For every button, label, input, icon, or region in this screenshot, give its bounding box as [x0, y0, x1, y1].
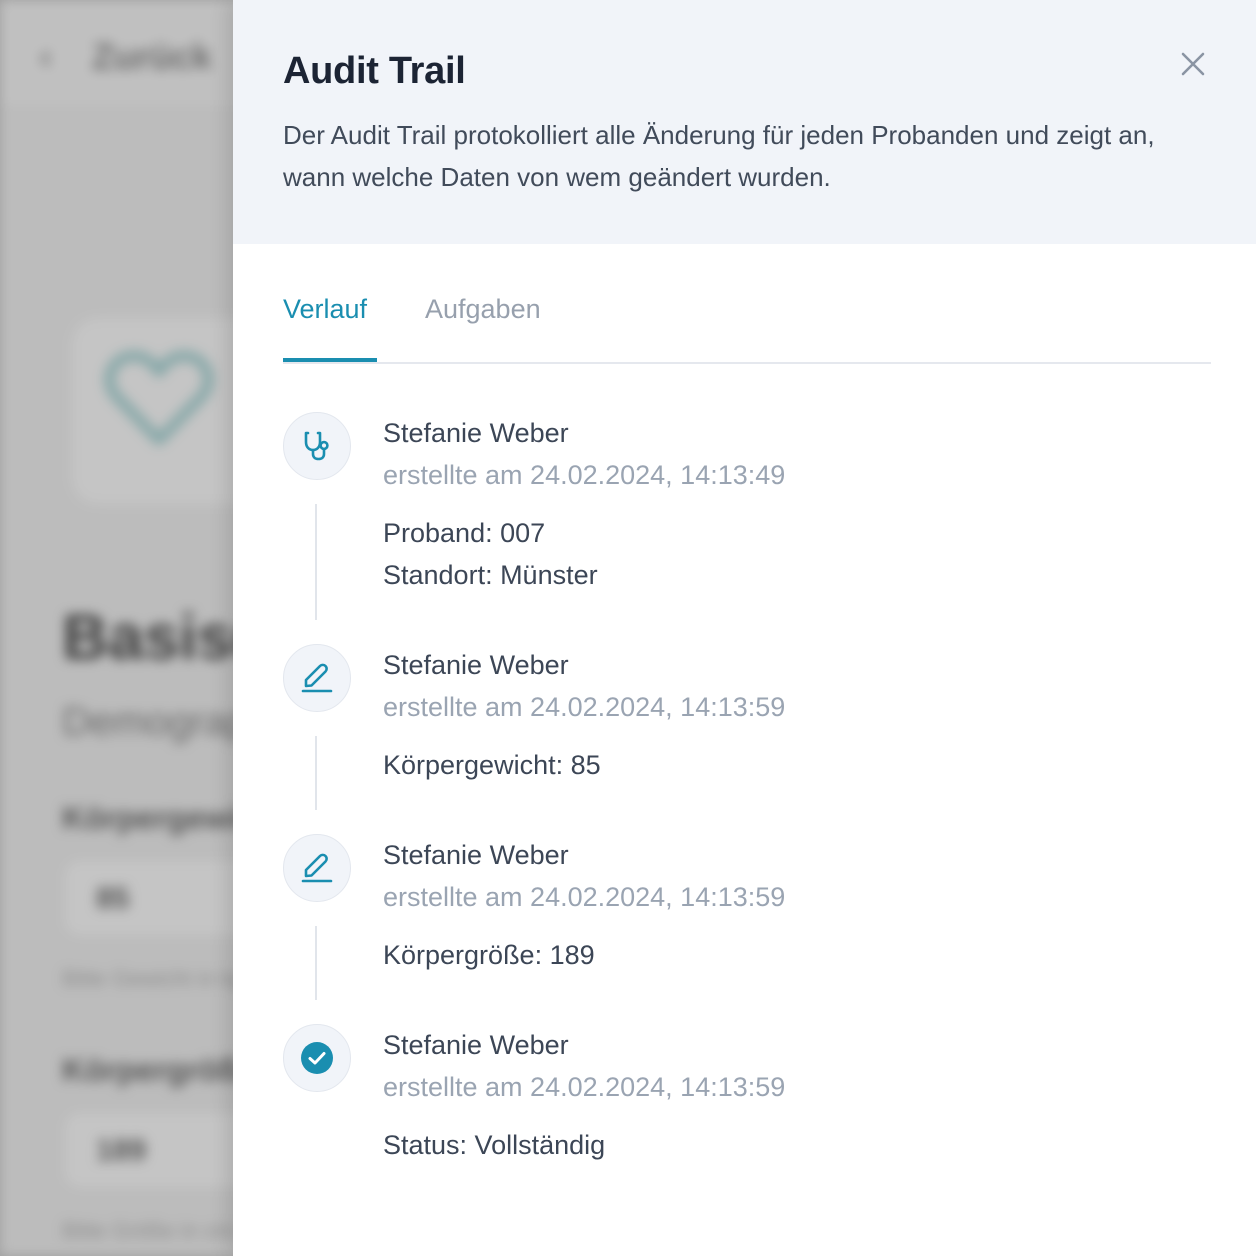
timeline-connector: [315, 504, 317, 620]
tab-aufgaben[interactable]: Aufgaben: [425, 294, 541, 325]
timeline-entry-icon: [283, 412, 351, 480]
timeline-entry: Stefanie Weber erstellte am 24.02.2024, …: [283, 834, 1183, 1000]
close-button[interactable]: [1173, 44, 1213, 84]
active-tab-indicator: [283, 358, 377, 362]
timeline-entry: Stefanie Weber erstellte am 24.02.2024, …: [283, 644, 1183, 810]
entry-change: Körpergröße: 189: [383, 940, 595, 970]
entry-author: Stefanie Weber: [383, 418, 569, 448]
entry-timestamp: erstellte am 24.02.2024, 14:13:49: [383, 460, 786, 490]
entry-change: Proband: 007: [383, 518, 546, 548]
audit-trail-drawer: Audit Trail Der Audit Trail protokollier…: [233, 0, 1256, 1256]
entry-author: Stefanie Weber: [383, 1030, 569, 1060]
timeline-entry-icon: [283, 644, 351, 712]
timeline-entry-icon: [283, 1024, 351, 1092]
tab-verlauf[interactable]: Verlauf: [283, 294, 367, 325]
entry-change: Standort: Münster: [383, 560, 598, 590]
entry-timestamp: erstellte am 24.02.2024, 14:13:59: [383, 1072, 786, 1102]
close-icon: [1181, 52, 1205, 76]
stethoscope-icon: [304, 431, 329, 461]
entry-timestamp: erstellte am 24.02.2024, 14:13:59: [383, 882, 786, 912]
tab-bar: Verlauf Aufgaben: [283, 290, 1211, 364]
drawer-title: Audit Trail: [283, 50, 466, 92]
entry-author: Stefanie Weber: [383, 840, 569, 870]
pencil-icon: [301, 853, 333, 883]
timeline-connector: [315, 736, 317, 810]
entry-change: Status: Vollständig: [383, 1130, 606, 1160]
timeline-entry: Stefanie Weber erstellte am 24.02.2024, …: [283, 412, 1183, 620]
timeline-entry-icon: [283, 834, 351, 902]
timeline-entry: Stefanie Weber erstellte am 24.02.2024, …: [283, 1024, 1183, 1184]
check-circle-icon: [301, 1042, 333, 1074]
drawer-description: Der Audit Trail protokolliert alle Änder…: [283, 120, 1155, 192]
entry-change: Körpergewicht: 85: [383, 750, 601, 780]
entry-author: Stefanie Weber: [383, 650, 569, 680]
entry-timestamp: erstellte am 24.02.2024, 14:13:59: [383, 692, 786, 722]
drawer-header: Audit Trail Der Audit Trail protokollier…: [233, 0, 1256, 244]
pencil-icon: [301, 663, 333, 693]
timeline-connector: [315, 926, 317, 1000]
